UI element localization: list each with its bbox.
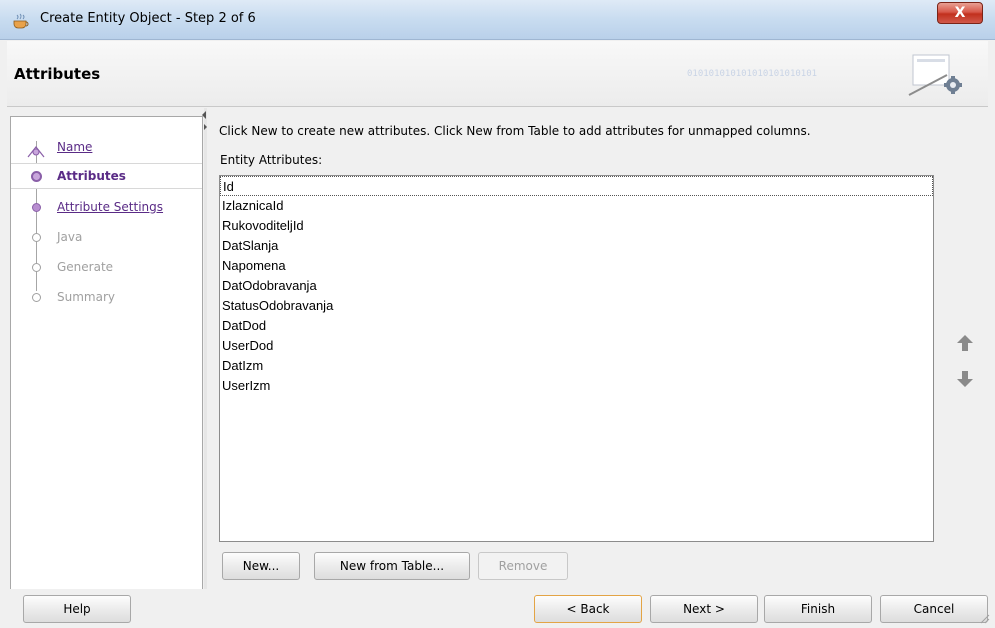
new-from-table-button[interactable]: New from Table...: [314, 552, 470, 580]
step-header: Attributes 010101010101010101010101: [7, 41, 988, 107]
attribute-list-item[interactable]: DatOdobravanja: [220, 276, 933, 296]
nav-step-attributes[interactable]: Attributes: [11, 163, 202, 189]
title-bar: Create Entity Object - Step 2 of 6 X: [0, 0, 995, 40]
attribute-list-item[interactable]: DatSlanja: [220, 236, 933, 256]
resize-grip-icon[interactable]: [978, 612, 990, 624]
nav-step-label: Name: [57, 140, 93, 154]
nav-step-label: Summary: [57, 290, 115, 304]
header-decoration-text: 010101010101010101010101: [687, 69, 818, 79]
step-available-icon: [32, 203, 41, 212]
next-button[interactable]: Next >: [650, 595, 758, 623]
panel-splitter[interactable]: [204, 108, 207, 596]
wizard-graphic-icon: [908, 54, 962, 96]
nav-step-name[interactable]: Name: [11, 135, 202, 161]
attribute-list-item[interactable]: IzlaznicaId: [220, 196, 933, 216]
back-button[interactable]: < Back: [534, 595, 642, 623]
attribute-list-item[interactable]: UserIzm: [220, 376, 933, 396]
nav-step-generate: Generate: [11, 255, 202, 281]
attribute-list-item[interactable]: Napomena: [220, 256, 933, 276]
window-title: Create Entity Object - Step 2 of 6: [40, 11, 256, 26]
move-up-icon[interactable]: [956, 334, 974, 352]
nav-step-summary: Summary: [11, 285, 202, 311]
nav-step-label: Attributes: [57, 169, 126, 183]
create-entity-object-dialog: Create Entity Object - Step 2 of 6 X Att…: [0, 0, 995, 628]
entity-attributes-list[interactable]: Id IzlaznicaId RukovoditeljId DatSlanja Napo…: [219, 175, 934, 542]
remove-attribute-button[interactable]: Remove: [478, 552, 568, 580]
collapse-left-icon[interactable]: [202, 111, 206, 119]
step-disabled-icon: [32, 263, 41, 272]
attribute-list-item[interactable]: UserDod: [220, 336, 933, 356]
cancel-button[interactable]: Cancel: [880, 595, 988, 623]
nav-step-attribute-settings[interactable]: Attribute Settings: [11, 195, 202, 221]
instruction-text: Click New to create new attributes. Clic…: [219, 124, 811, 138]
attribute-list-item[interactable]: StatusOdobravanja: [220, 296, 933, 316]
step-current-icon: [31, 171, 42, 182]
attribute-list-item[interactable]: DatIzm: [220, 356, 933, 376]
close-icon: X: [954, 5, 966, 21]
attribute-list-item[interactable]: Id: [220, 176, 933, 196]
help-button[interactable]: Help: [23, 595, 131, 623]
new-attribute-button[interactable]: New...: [222, 552, 300, 580]
step-disabled-icon: [32, 233, 41, 242]
finish-button[interactable]: Finish: [764, 595, 872, 623]
coffee-cup-icon: [13, 13, 29, 29]
step-disabled-icon: [32, 293, 41, 302]
nav-step-java: Java: [11, 225, 202, 251]
close-button[interactable]: X: [937, 2, 983, 24]
step-completed-icon: [27, 146, 45, 158]
nav-step-label: Java: [57, 230, 83, 244]
nav-step-label: Generate: [57, 260, 114, 274]
attribute-list-item[interactable]: RukovoditeljId: [220, 216, 933, 236]
expand-right-icon[interactable]: [204, 124, 207, 130]
page-title: Attributes: [14, 65, 101, 83]
wizard-step-navigation: Name Attributes Attribute Settings Java …: [10, 116, 203, 594]
attribute-list-item[interactable]: DatDod: [220, 316, 933, 336]
entity-attributes-label: Entity Attributes:: [220, 153, 323, 167]
move-down-icon[interactable]: [956, 370, 974, 388]
nav-step-label: Attribute Settings: [57, 200, 164, 214]
